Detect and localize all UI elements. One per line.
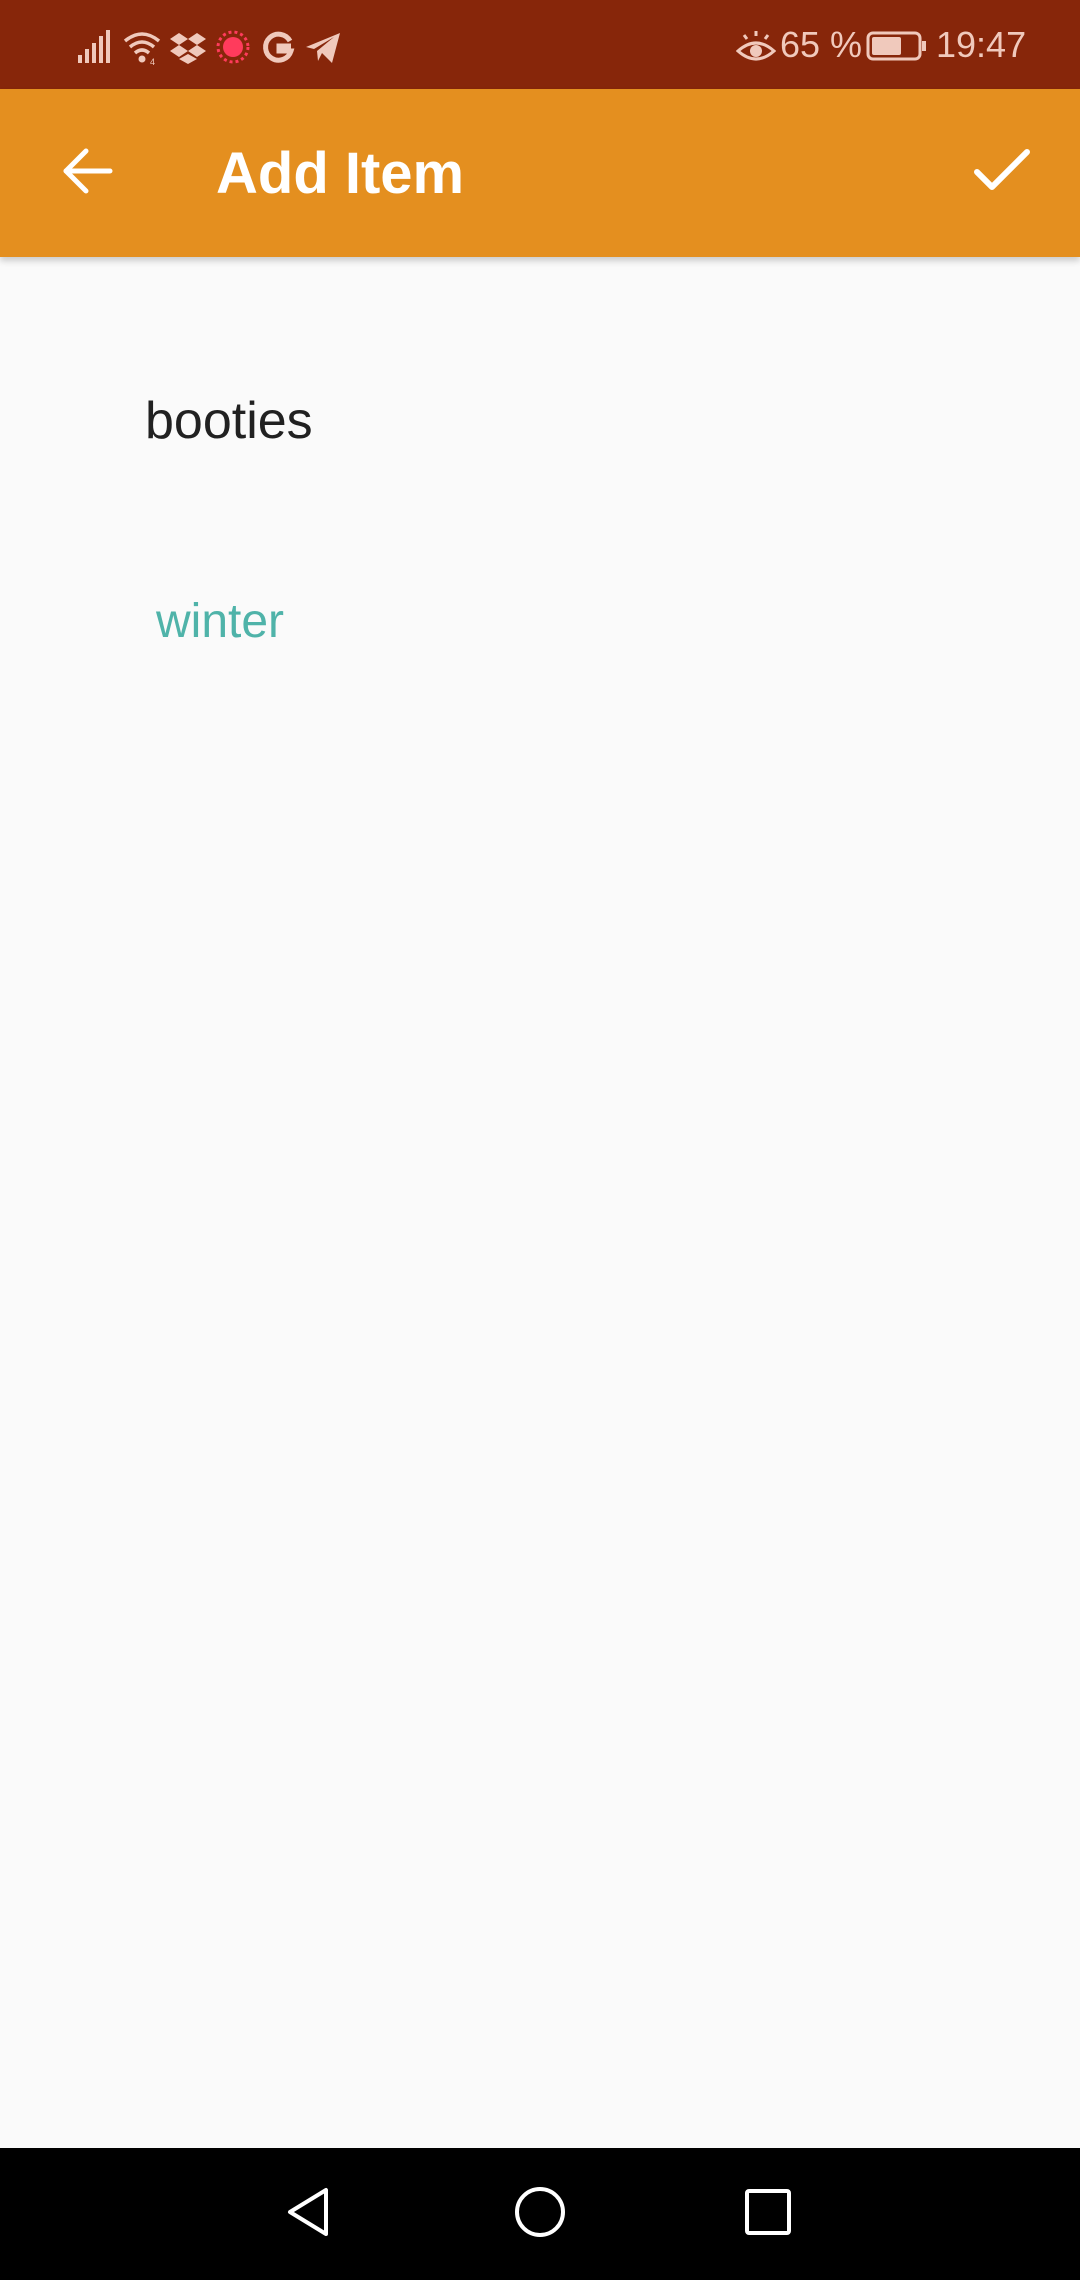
home-circle-icon [512,2184,568,2245]
add-item-screen: 4 65 % 19:47 Add Item booties winter [0,0,1080,2280]
item-name-field[interactable]: booties [145,388,313,454]
arrow-back-icon [60,143,116,204]
category-selector[interactable]: winter [156,592,284,652]
back-button[interactable] [40,125,136,221]
battery-percent: 65 % [780,24,863,65]
nav-recents-button[interactable] [720,2166,816,2262]
page-title: Add Item [216,141,465,206]
recents-square-icon [740,2184,796,2245]
clock: 19:47 [936,24,1027,65]
nav-home-button[interactable] [492,2166,588,2262]
nav-back-button[interactable] [262,2166,358,2262]
telegram-icon [304,27,342,67]
wifi-icon: 4 [122,27,162,67]
svg-text:4: 4 [150,57,155,67]
battery-icon [866,30,928,70]
save-button[interactable] [954,125,1050,221]
status-bar: 4 65 % 19:47 [0,0,1080,89]
app-bar: Add Item [0,89,1080,257]
check-icon [972,146,1032,201]
dropbox-icon [170,27,206,67]
record-icon [214,27,252,67]
back-triangle-icon [282,2184,338,2245]
google-icon [260,27,296,67]
navigation-bar [0,2148,1080,2280]
eye-comfort-icon [735,27,777,67]
signal-icon [76,27,112,67]
